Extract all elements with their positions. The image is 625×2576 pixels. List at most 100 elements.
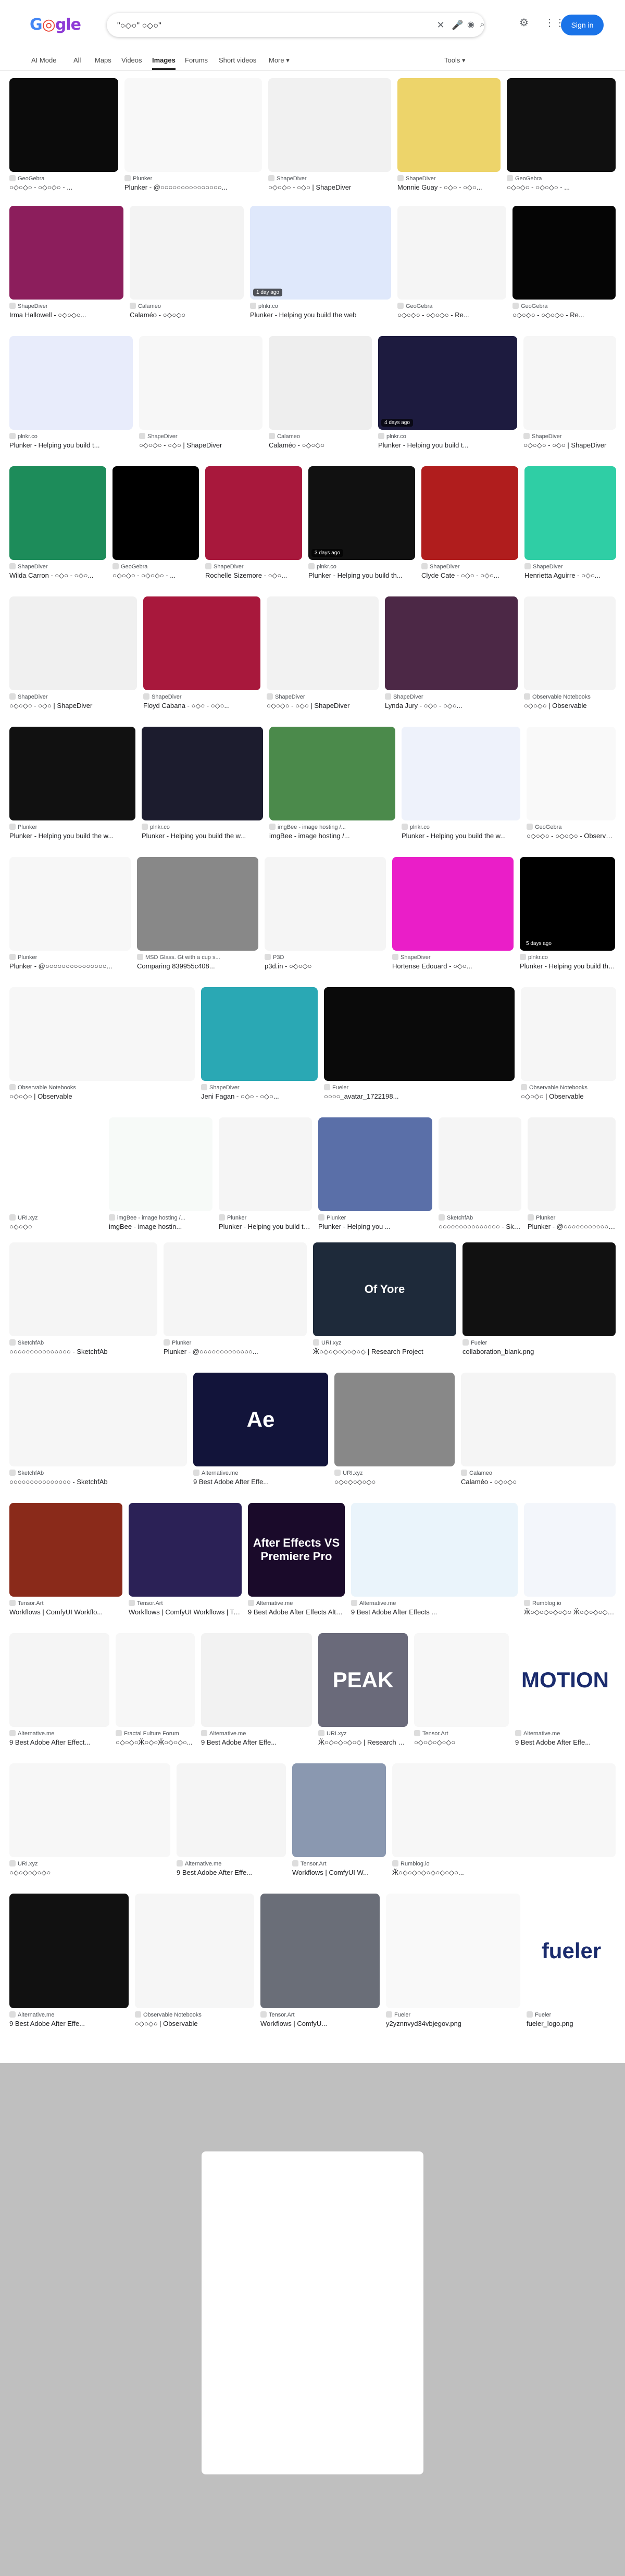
result-source[interactable]: Tensor.Art: [9, 1600, 122, 1607]
result-source[interactable]: ShapeDiver: [9, 563, 106, 570]
result-source[interactable]: Plunker: [219, 1214, 312, 1221]
tab-videos[interactable]: Videos: [121, 56, 142, 64]
result-title[interactable]: ○◇○◇○ - ○◇○ | ShapeDiver: [9, 702, 137, 710]
image-result[interactable]: Observable Notebooks ○◇○◇○ | Observable: [524, 596, 616, 714]
tab-maps[interactable]: Maps: [95, 56, 111, 64]
image-result[interactable]: After Effects VS Premiere Pro Alternative…: [248, 1503, 345, 1620]
image-result[interactable]: ShapeDiver Floyd Cabana - ○◇○ - ○◇○...: [143, 596, 260, 714]
result-source[interactable]: Fueler: [324, 1084, 515, 1091]
image-result[interactable]: Observable Notebooks ○◇○◇○ | Observable: [521, 987, 616, 1104]
result-title[interactable]: Workflows | ComfyUI Workflo...: [9, 1608, 122, 1616]
mic-icon[interactable]: 🎤: [452, 19, 463, 31]
result-title[interactable]: Calaméo - ○◇○◇○: [461, 1478, 616, 1486]
result-thumbnail[interactable]: PEAK: [318, 1633, 408, 1727]
result-thumbnail[interactable]: [9, 727, 135, 820]
result-thumbnail[interactable]: [142, 727, 263, 820]
result-source[interactable]: ShapeDiver: [421, 563, 518, 570]
image-result[interactable]: ShapeDiver Jeni Fagan - ○◇○ - ○◇○...: [201, 987, 318, 1104]
result-thumbnail[interactable]: [292, 1763, 386, 1857]
result-title[interactable]: ○◇○◇○: [9, 1223, 103, 1231]
result-thumbnail[interactable]: [9, 1633, 109, 1727]
result-thumbnail[interactable]: Ae: [193, 1373, 328, 1466]
result-source[interactable]: Observable Notebooks: [521, 1084, 616, 1091]
result-thumbnail[interactable]: [439, 1117, 521, 1211]
result-source[interactable]: GeoGebra: [397, 303, 506, 309]
tab-more[interactable]: More ▾: [269, 56, 290, 65]
image-result[interactable]: Plunker Plunker - @○○○○○○○○○○○○○○○...: [124, 78, 262, 195]
result-source[interactable]: plnkr.co: [250, 303, 391, 309]
result-thumbnail[interactable]: [334, 1373, 455, 1466]
result-thumbnail[interactable]: 5 days ago: [520, 857, 615, 951]
result-source[interactable]: Rumblog.io: [524, 1600, 616, 1607]
image-result[interactable]: GeoGebra ○◇○◇○ - ○◇○◇○ - Re...: [397, 206, 506, 323]
result-thumbnail[interactable]: [397, 78, 501, 172]
result-source[interactable]: ShapeDiver: [143, 693, 260, 700]
result-thumbnail[interactable]: [461, 1373, 616, 1466]
result-thumbnail[interactable]: [402, 727, 520, 820]
result-title[interactable]: 9 Best Adobe After Effe...: [177, 1869, 286, 1876]
image-result[interactable]: SketchfAb ○○○○○○○○○○○○○○○ - SketchfAb: [9, 1373, 187, 1490]
image-result[interactable]: GeoGebra ○◇○◇○ - ○◇○◇○ - ...: [507, 78, 616, 195]
result-thumbnail[interactable]: [9, 987, 195, 1081]
result-source[interactable]: MSD Glass. Gt with a cup s...: [137, 954, 258, 961]
image-result[interactable]: Tensor.Art ○◇○◇○◇○◇○: [414, 1633, 509, 1750]
image-result[interactable]: imgBee - image hosting /... imgBee - imag…: [109, 1117, 213, 1235]
image-result[interactable]: 1 day ago plnkr.co Plunker - Helping you b…: [250, 206, 391, 323]
result-title[interactable]: Plunker - Helping you ...: [318, 1223, 432, 1230]
result-thumbnail[interactable]: MOTION: [515, 1633, 615, 1727]
result-source[interactable]: ShapeDiver: [523, 433, 616, 440]
result-thumbnail[interactable]: [124, 78, 262, 172]
result-title[interactable]: Rochelle Sizemore - ○◇○...: [205, 571, 302, 580]
result-thumbnail[interactable]: [143, 596, 260, 690]
result-title[interactable]: Workflows | ComfyUI Workflows | Tensor.A…: [129, 1608, 242, 1616]
image-result[interactable]: imgBee - image hosting /... imgBee - imag…: [269, 727, 395, 844]
image-result[interactable]: ShapeDiver Hortense Edouard - ○◇○...: [392, 857, 514, 974]
image-result[interactable]: URI.xyz ○◇○◇○◇○◇○: [334, 1373, 455, 1490]
image-result[interactable]: 3 days ago plnkr.co Plunker - Helping you …: [308, 466, 415, 583]
tab-forums[interactable]: Forums: [185, 56, 208, 64]
result-thumbnail[interactable]: [463, 1242, 616, 1336]
result-thumbnail[interactable]: After Effects VS Premiere Pro: [248, 1503, 345, 1597]
result-source[interactable]: ShapeDiver: [205, 563, 302, 570]
image-result[interactable]: PEAK URI.xyz Ӂ○◇○◇○◇○◇ | Research Pr...: [318, 1633, 408, 1750]
result-thumbnail[interactable]: [385, 596, 518, 690]
result-source[interactable]: Plunker: [528, 1214, 616, 1221]
image-result[interactable]: ShapeDiver Rochelle Sizemore - ○◇○...: [205, 466, 302, 583]
result-source[interactable]: plnkr.co: [402, 824, 520, 830]
result-title[interactable]: ○○○○○○○○○○○○○○○ - SketchfAb: [439, 1223, 521, 1230]
result-thumbnail[interactable]: [205, 466, 302, 560]
tab-short-videos[interactable]: Short videos: [219, 56, 256, 64]
result-title[interactable]: 9 Best Adobe After Effect...: [9, 1738, 109, 1746]
result-title[interactable]: imgBee - image hosting /...: [269, 832, 395, 840]
image-result[interactable]: MOTION Alternative.me 9 Best Adobe After E…: [515, 1633, 615, 1750]
image-result[interactable]: GeoGebra ○◇○◇○ - ○◇○◇○ - ...: [113, 466, 199, 583]
result-title[interactable]: ○◇○◇○ - ○◇○◇○ - ...: [507, 183, 616, 192]
image-result[interactable]: Calameo Calaméo - ○◇○◇○: [461, 1373, 616, 1490]
result-thumbnail[interactable]: 4 days ago: [378, 336, 517, 430]
camera-icon[interactable]: ◉: [465, 19, 477, 31]
image-result[interactable]: Alternative.me 9 Best Adobe After Effe...: [201, 1633, 312, 1750]
result-title[interactable]: Plunker - Helping you build the w...: [402, 832, 520, 840]
result-source[interactable]: Observable Notebooks: [9, 1084, 195, 1091]
image-result[interactable]: URI.xyz ○◇○◇○: [9, 1117, 103, 1235]
result-title[interactable]: Plunker - Helping you build the w...: [142, 832, 263, 840]
result-source[interactable]: Rumblog.io: [392, 1860, 616, 1867]
result-source[interactable]: ShapeDiver: [139, 433, 262, 440]
tab-all[interactable]: All: [73, 56, 81, 64]
result-title[interactable]: ○○○○_avatar_1722198...: [324, 1092, 515, 1100]
result-thumbnail[interactable]: [524, 466, 616, 560]
result-title[interactable]: ○○○○○○○○○○○○○○○ - SketchfAb: [9, 1348, 157, 1355]
result-source[interactable]: Tensor.Art: [292, 1860, 386, 1867]
image-result[interactable]: Plunker Plunker - Helping you build the .…: [219, 1117, 312, 1235]
result-thumbnail[interactable]: [351, 1503, 518, 1597]
image-result[interactable]: Plunker Plunker - Helping you build the w…: [9, 727, 135, 844]
result-title[interactable]: Plunker - @○○○○○○○○○○○○○...: [164, 1348, 307, 1355]
result-thumbnail[interactable]: [9, 1117, 103, 1211]
result-source[interactable]: Calameo: [130, 303, 244, 309]
result-title[interactable]: Hortense Edouard - ○◇○...: [392, 962, 514, 970]
result-thumbnail[interactable]: [265, 857, 386, 951]
result-thumbnail[interactable]: [139, 336, 262, 430]
result-title[interactable]: 9 Best Adobe After Effe...: [193, 1478, 328, 1486]
image-result[interactable]: ShapeDiver ○◇○◇○ - ○◇○ | ShapeDiver: [268, 78, 391, 195]
result-source[interactable]: ShapeDiver: [524, 563, 616, 570]
